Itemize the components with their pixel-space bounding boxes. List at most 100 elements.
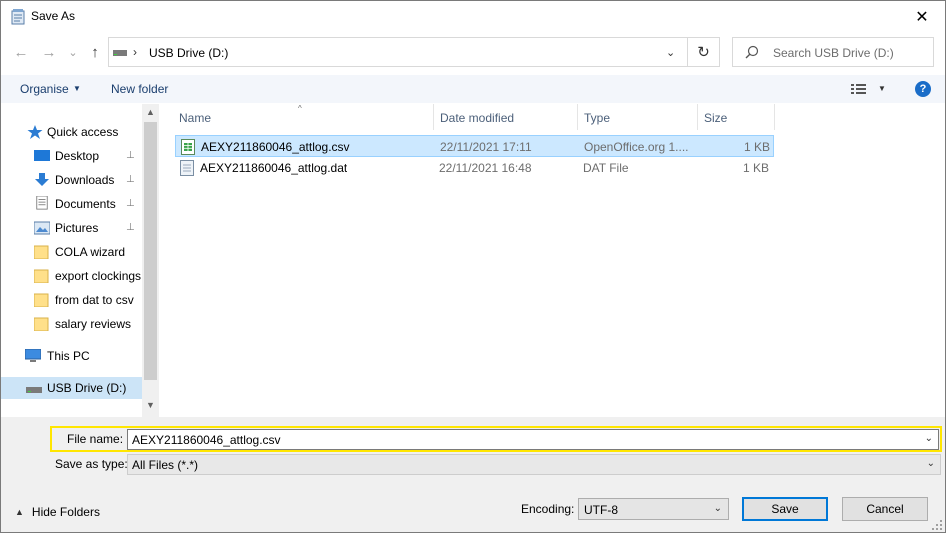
file-date-modified: 22/11/2021 16:48 bbox=[439, 161, 532, 175]
address-bar[interactable]: › USB Drive (D:) ⌄ bbox=[108, 37, 688, 67]
save-button[interactable]: Save bbox=[742, 497, 828, 521]
view-options-dropdown-icon[interactable]: ▼ bbox=[878, 84, 886, 93]
sidebar-item-this-pc[interactable]: This PC bbox=[1, 345, 142, 367]
breadcrumb-usb-drive[interactable]: USB Drive (D:) bbox=[149, 46, 228, 60]
resize-grip-icon[interactable] bbox=[932, 520, 942, 530]
sort-ascending-icon: ^ bbox=[298, 104, 302, 113]
search-box[interactable]: Search USB Drive (D:) bbox=[732, 37, 934, 67]
back-arrow-icon[interactable]: ← bbox=[11, 42, 31, 62]
star-icon bbox=[27, 125, 43, 139]
help-icon[interactable]: ? bbox=[915, 81, 931, 97]
computer-icon bbox=[25, 349, 41, 362]
pin-icon[interactable]: ⊥ bbox=[126, 150, 135, 161]
download-icon bbox=[35, 173, 49, 186]
notepad-icon bbox=[11, 9, 25, 25]
column-header-type[interactable]: Type bbox=[584, 104, 610, 130]
pin-icon[interactable]: ⊥ bbox=[126, 222, 135, 233]
documents-icon bbox=[36, 196, 48, 210]
sidebar-item-label: Downloads bbox=[55, 173, 115, 187]
command-toolbar: Organise ▼ New folder ▼ ? bbox=[1, 75, 945, 103]
pin-icon[interactable]: ⊥ bbox=[126, 174, 135, 185]
save-as-type-value: All Files (*.*) bbox=[132, 458, 199, 472]
desktop-icon bbox=[34, 150, 50, 161]
window-title: Save As bbox=[31, 9, 76, 23]
file-list: ^ Name Date modified Type Size AEXY21186… bbox=[160, 104, 945, 417]
generic-file-icon bbox=[180, 160, 194, 176]
sidebar-item-downloads[interactable]: Downloads ⊥ bbox=[1, 169, 142, 191]
file-row[interactable]: AEXY211860046_attlog.dat 22/11/2021 16:4… bbox=[175, 157, 774, 179]
file-size: 1 KB bbox=[742, 161, 769, 175]
pin-icon[interactable]: ⊥ bbox=[126, 198, 135, 209]
column-header-size[interactable]: Size bbox=[704, 104, 727, 130]
file-type: OpenOffice.org 1.... bbox=[584, 140, 689, 154]
sidebar-item-from-dat-to-csv[interactable]: from dat to csv bbox=[1, 289, 142, 311]
cancel-button[interactable]: Cancel bbox=[842, 497, 928, 521]
usb-drive-icon bbox=[26, 387, 42, 393]
column-header-date-modified[interactable]: Date modified bbox=[440, 104, 514, 130]
folder-icon bbox=[34, 317, 49, 331]
encoding-label: Encoding: bbox=[521, 502, 575, 516]
file-date-modified: 22/11/2021 17:11 bbox=[440, 140, 532, 154]
breadcrumb-separator: › bbox=[133, 45, 137, 59]
hide-folders-label: Hide Folders bbox=[31, 505, 100, 519]
sidebar-item-label: COLA wizard bbox=[55, 245, 126, 259]
details-view-icon[interactable] bbox=[851, 83, 867, 95]
column-divider[interactable] bbox=[577, 104, 578, 130]
save-options-panel: File name: AEXY211860046_attlog.csv ⌄ Sa… bbox=[1, 417, 945, 532]
file-name-value[interactable]: AEXY211860046_attlog.csv bbox=[132, 433, 281, 447]
navigation-pane-scrollbar[interactable]: ▲ ▼ bbox=[142, 104, 159, 417]
hide-folders-button[interactable]: ▲ Hide Folders bbox=[15, 505, 100, 519]
file-name: AEXY211860046_attlog.csv bbox=[201, 140, 350, 154]
spreadsheet-file-icon bbox=[181, 139, 195, 155]
drive-icon bbox=[113, 50, 127, 56]
save-as-type-select[interactable]: All Files (*.*) ⌄ bbox=[127, 454, 941, 475]
sidebar-item-cola-wizard[interactable]: COLA wizard bbox=[1, 241, 142, 263]
chevron-down-icon[interactable]: ⌄ bbox=[714, 503, 722, 514]
file-name-input[interactable]: AEXY211860046_attlog.csv ⌄ bbox=[127, 429, 939, 450]
search-input[interactable]: Search USB Drive (D:) bbox=[773, 46, 894, 60]
sidebar-item-label: export clockings bbox=[55, 269, 142, 283]
sidebar-item-label: salary reviews bbox=[55, 317, 132, 331]
navigation-bar: ← → ⌄ ↑ › USB Drive (D:) ⌄ ↻ Search USB … bbox=[1, 36, 945, 68]
sidebar-item-documents[interactable]: Documents ⊥ bbox=[1, 193, 142, 215]
new-folder-button[interactable]: New folder bbox=[111, 82, 168, 96]
column-divider[interactable] bbox=[774, 104, 775, 130]
sidebar-item-label: This PC bbox=[47, 349, 90, 363]
scroll-up-arrow-icon[interactable]: ▲ bbox=[146, 107, 155, 117]
save-as-type-label: Save as type: bbox=[55, 457, 128, 471]
close-button[interactable]: ✕ bbox=[899, 1, 945, 32]
chevron-down-icon[interactable]: ⌄ bbox=[927, 458, 935, 469]
encoding-value: UTF-8 bbox=[584, 503, 618, 517]
navigation-pane: Quick access Desktop ⊥ Downloads ⊥ Docum… bbox=[1, 104, 159, 417]
chevron-down-icon[interactable]: ▼ bbox=[73, 84, 81, 93]
column-divider[interactable] bbox=[433, 104, 434, 130]
sidebar-item-export-clockings[interactable]: export clockings bbox=[1, 265, 142, 287]
sidebar-item-label: Documents bbox=[55, 197, 116, 211]
forward-arrow-icon[interactable]: → bbox=[39, 42, 59, 62]
recent-locations-icon[interactable]: ⌄ bbox=[63, 42, 83, 62]
search-icon bbox=[745, 45, 759, 59]
scroll-down-arrow-icon[interactable]: ▼ bbox=[146, 400, 155, 410]
sidebar-item-usb-drive[interactable]: USB Drive (D:) bbox=[1, 377, 142, 399]
sidebar-item-label: Pictures bbox=[55, 221, 99, 235]
column-divider[interactable] bbox=[697, 104, 698, 130]
column-header-name[interactable]: Name bbox=[179, 104, 211, 130]
scrollbar-thumb[interactable] bbox=[144, 122, 157, 380]
chevron-down-icon[interactable]: ⌄ bbox=[925, 433, 933, 444]
folder-icon bbox=[34, 269, 49, 283]
sidebar-item-quick-access[interactable]: Quick access bbox=[1, 121, 142, 143]
sidebar-item-pictures[interactable]: Pictures ⊥ bbox=[1, 217, 142, 239]
pictures-icon bbox=[34, 221, 50, 235]
folder-icon bbox=[34, 245, 49, 259]
encoding-select[interactable]: UTF-8 ⌄ bbox=[578, 498, 729, 520]
address-dropdown-icon[interactable]: ⌄ bbox=[666, 46, 675, 59]
sidebar-item-label: from dat to csv bbox=[55, 293, 134, 307]
organise-button[interactable]: Organise bbox=[20, 82, 69, 96]
sidebar-item-salary-reviews[interactable]: salary reviews bbox=[1, 313, 142, 335]
title-bar: Save As ✕ bbox=[1, 1, 945, 32]
file-row[interactable]: AEXY211860046_attlog.csv 22/11/2021 17:1… bbox=[175, 135, 774, 157]
refresh-icon[interactable]: ↻ bbox=[688, 37, 720, 67]
sidebar-item-desktop[interactable]: Desktop ⊥ bbox=[1, 145, 142, 167]
up-arrow-icon[interactable]: ↑ bbox=[85, 42, 105, 62]
chevron-up-icon: ▲ bbox=[15, 507, 24, 517]
